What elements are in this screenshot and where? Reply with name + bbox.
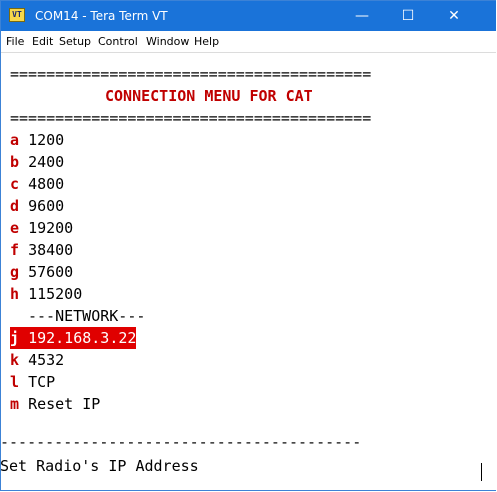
option-key: d <box>10 197 20 215</box>
separator-line: ======================================== <box>10 109 372 127</box>
option-key: a <box>10 131 20 149</box>
option-value: 4800 <box>28 175 65 193</box>
option-f[interactable]: f 38400 <box>10 239 73 261</box>
option-key: j <box>10 329 20 347</box>
option-value: 57600 <box>28 263 74 281</box>
separator-line: ======================================== <box>10 65 372 83</box>
menu-file[interactable]: File <box>6 35 24 49</box>
minimize-button[interactable]: — <box>339 1 385 31</box>
option-key: b <box>10 153 20 171</box>
menu-heading: CONNECTION MENU FOR CAT <box>105 87 313 105</box>
window-title: COM14 - Tera Term VT <box>35 9 168 23</box>
title-bar[interactable]: VT COM14 - Tera Term VT — ☐ ✕ <box>1 1 496 31</box>
option-value: 2400 <box>28 153 65 171</box>
option-key: e <box>10 219 20 237</box>
option-value: TCP <box>28 373 56 391</box>
option-k[interactable]: k 4532 <box>10 349 64 371</box>
option-value: 9600 <box>28 197 65 215</box>
tera-term-app-icon[interactable]: VT <box>9 8 25 22</box>
option-value: 19200 <box>28 219 74 237</box>
option-key: g <box>10 263 20 281</box>
option-h[interactable]: h 115200 <box>10 283 82 305</box>
option-key: k <box>10 351 20 369</box>
option-value: 38400 <box>28 241 74 259</box>
option-key: l <box>10 373 20 391</box>
network-section-label: ---NETWORK--- <box>28 307 146 325</box>
option-key: c <box>10 175 20 193</box>
option-value: 1200 <box>28 131 65 149</box>
option-g[interactable]: g 57600 <box>10 261 73 283</box>
option-b[interactable]: b 2400 <box>10 151 64 173</box>
text-cursor <box>481 463 482 481</box>
option-value: Reset IP <box>28 395 101 413</box>
option-c[interactable]: c 4800 <box>10 173 64 195</box>
option-a[interactable]: a 1200 <box>10 129 64 151</box>
option-m[interactable]: m Reset IP <box>10 393 100 415</box>
menu-setup[interactable]: Setup <box>59 35 91 49</box>
menu-control[interactable]: Control <box>98 35 138 49</box>
option-e[interactable]: e 19200 <box>10 217 73 239</box>
menu-bar: File Edit Setup Control Window Help <box>1 31 496 53</box>
option-key: m <box>10 395 20 413</box>
option-value: 115200 <box>28 285 83 303</box>
option-key: h <box>10 285 20 303</box>
close-button[interactable]: ✕ <box>431 1 477 31</box>
option-l[interactable]: l TCP <box>10 371 55 393</box>
separator-line: ---------------------------------------- <box>0 433 362 451</box>
menu-window[interactable]: Window <box>146 35 189 49</box>
menu-edit[interactable]: Edit <box>32 35 53 49</box>
option-value: 4532 <box>28 351 65 369</box>
option-value: 192.168.3.22 <box>28 329 137 347</box>
maximize-button[interactable]: ☐ <box>385 1 431 31</box>
menu-help[interactable]: Help <box>194 35 219 49</box>
option-d[interactable]: d 9600 <box>10 195 64 217</box>
status-prompt: Set Radio's IP Address <box>0 457 199 475</box>
option-j-selected[interactable]: j 192.168.3.22 <box>10 327 137 349</box>
terminal-screen[interactable]: ========================================… <box>0 56 480 488</box>
option-key: f <box>10 241 20 259</box>
